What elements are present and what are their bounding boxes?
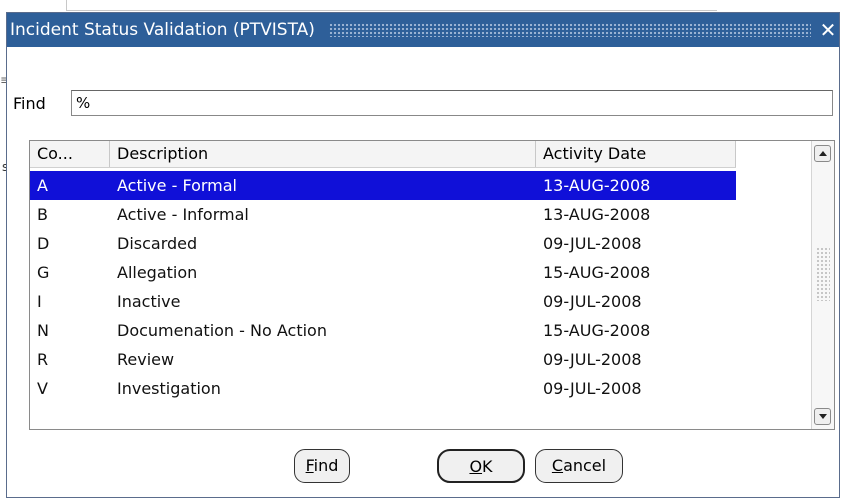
cell-activity-date: 15-AUG-2008: [543, 321, 651, 340]
cell-code: G: [37, 263, 50, 282]
grid-header: Co... Description Activity Date: [30, 141, 736, 168]
results-grid: Co... Description Activity Date A Active…: [29, 140, 835, 430]
find-button-mnemonic: F: [305, 456, 314, 475]
cell-description: Investigation: [117, 379, 221, 398]
titlebar-grip: [328, 23, 811, 37]
cell-activity-date: 09-JUL-2008: [543, 292, 642, 311]
arrow-up-icon: [819, 151, 827, 156]
cancel-button[interactable]: Cancel: [535, 449, 623, 483]
cell-code: D: [37, 234, 50, 253]
cell-activity-date: 09-JUL-2008: [543, 379, 642, 398]
scroll-down-button[interactable]: [814, 408, 831, 425]
table-row[interactable]: G Allegation 15-AUG-2008: [30, 258, 736, 287]
cell-activity-date: 13-AUG-2008: [543, 205, 651, 224]
table-row[interactable]: B Active - Informal 13-AUG-2008: [30, 200, 736, 229]
cell-activity-date: 15-AUG-2008: [543, 263, 651, 282]
arrow-down-icon: [819, 414, 827, 419]
dialog-title: Incident Status Validation (PTVISTA): [10, 20, 315, 40]
cell-activity-date: 09-JUL-2008: [543, 234, 642, 253]
table-row[interactable]: R Review 09-JUL-2008: [30, 345, 736, 374]
cell-description: Allegation: [117, 263, 198, 282]
dialog-titlebar[interactable]: Incident Status Validation (PTVISTA) ✕: [7, 13, 839, 47]
find-button[interactable]: Find: [294, 449, 350, 483]
cell-code: B: [37, 205, 48, 224]
close-icon[interactable]: ✕: [819, 20, 837, 40]
cell-description: Inactive: [117, 292, 181, 311]
cell-description: Active - Informal: [117, 205, 249, 224]
cell-code: V: [37, 379, 48, 398]
cancel-button-label: ancel: [563, 456, 607, 475]
vertical-scrollbar[interactable]: [811, 141, 834, 429]
find-button-label: ind: [313, 456, 339, 475]
cell-code: R: [37, 350, 49, 369]
cell-description: Discarded: [117, 234, 198, 253]
table-row[interactable]: N Documenation - No Action 15-AUG-2008: [30, 316, 736, 345]
grid-rows: A Active - Formal 13-AUG-2008 B Active -…: [30, 171, 736, 403]
background-window-edge: [66, 0, 717, 11]
cell-activity-date: 13-AUG-2008: [543, 176, 651, 195]
table-row[interactable]: D Discarded 09-JUL-2008: [30, 229, 736, 258]
scrollbar-thumb[interactable]: [816, 247, 830, 301]
cell-description: Documenation - No Action: [117, 321, 327, 340]
cell-description: Review: [117, 350, 175, 369]
column-header-description[interactable]: Description: [110, 141, 536, 167]
table-row[interactable]: V Investigation 09-JUL-2008: [30, 374, 736, 403]
cell-description: Active - Formal: [117, 176, 237, 195]
ok-button-mnemonic: O: [469, 457, 483, 476]
column-header-activity-date[interactable]: Activity Date: [536, 141, 736, 167]
table-row[interactable]: I Inactive 09-JUL-2008: [30, 287, 736, 316]
cell-code: A: [37, 176, 48, 195]
ok-button-label: K: [482, 457, 493, 476]
cell-code: I: [37, 292, 42, 311]
ok-button[interactable]: OK: [437, 449, 525, 483]
find-label: Find: [13, 94, 46, 113]
column-header-code[interactable]: Co...: [30, 141, 110, 167]
table-row[interactable]: A Active - Formal 13-AUG-2008: [30, 171, 736, 200]
cell-code: N: [37, 321, 49, 340]
scroll-up-button[interactable]: [814, 145, 831, 162]
find-input[interactable]: [71, 90, 833, 116]
cell-activity-date: 09-JUL-2008: [543, 350, 642, 369]
validation-dialog: Incident Status Validation (PTVISTA) ✕ F…: [6, 12, 840, 498]
cancel-button-mnemonic: C: [551, 456, 564, 475]
